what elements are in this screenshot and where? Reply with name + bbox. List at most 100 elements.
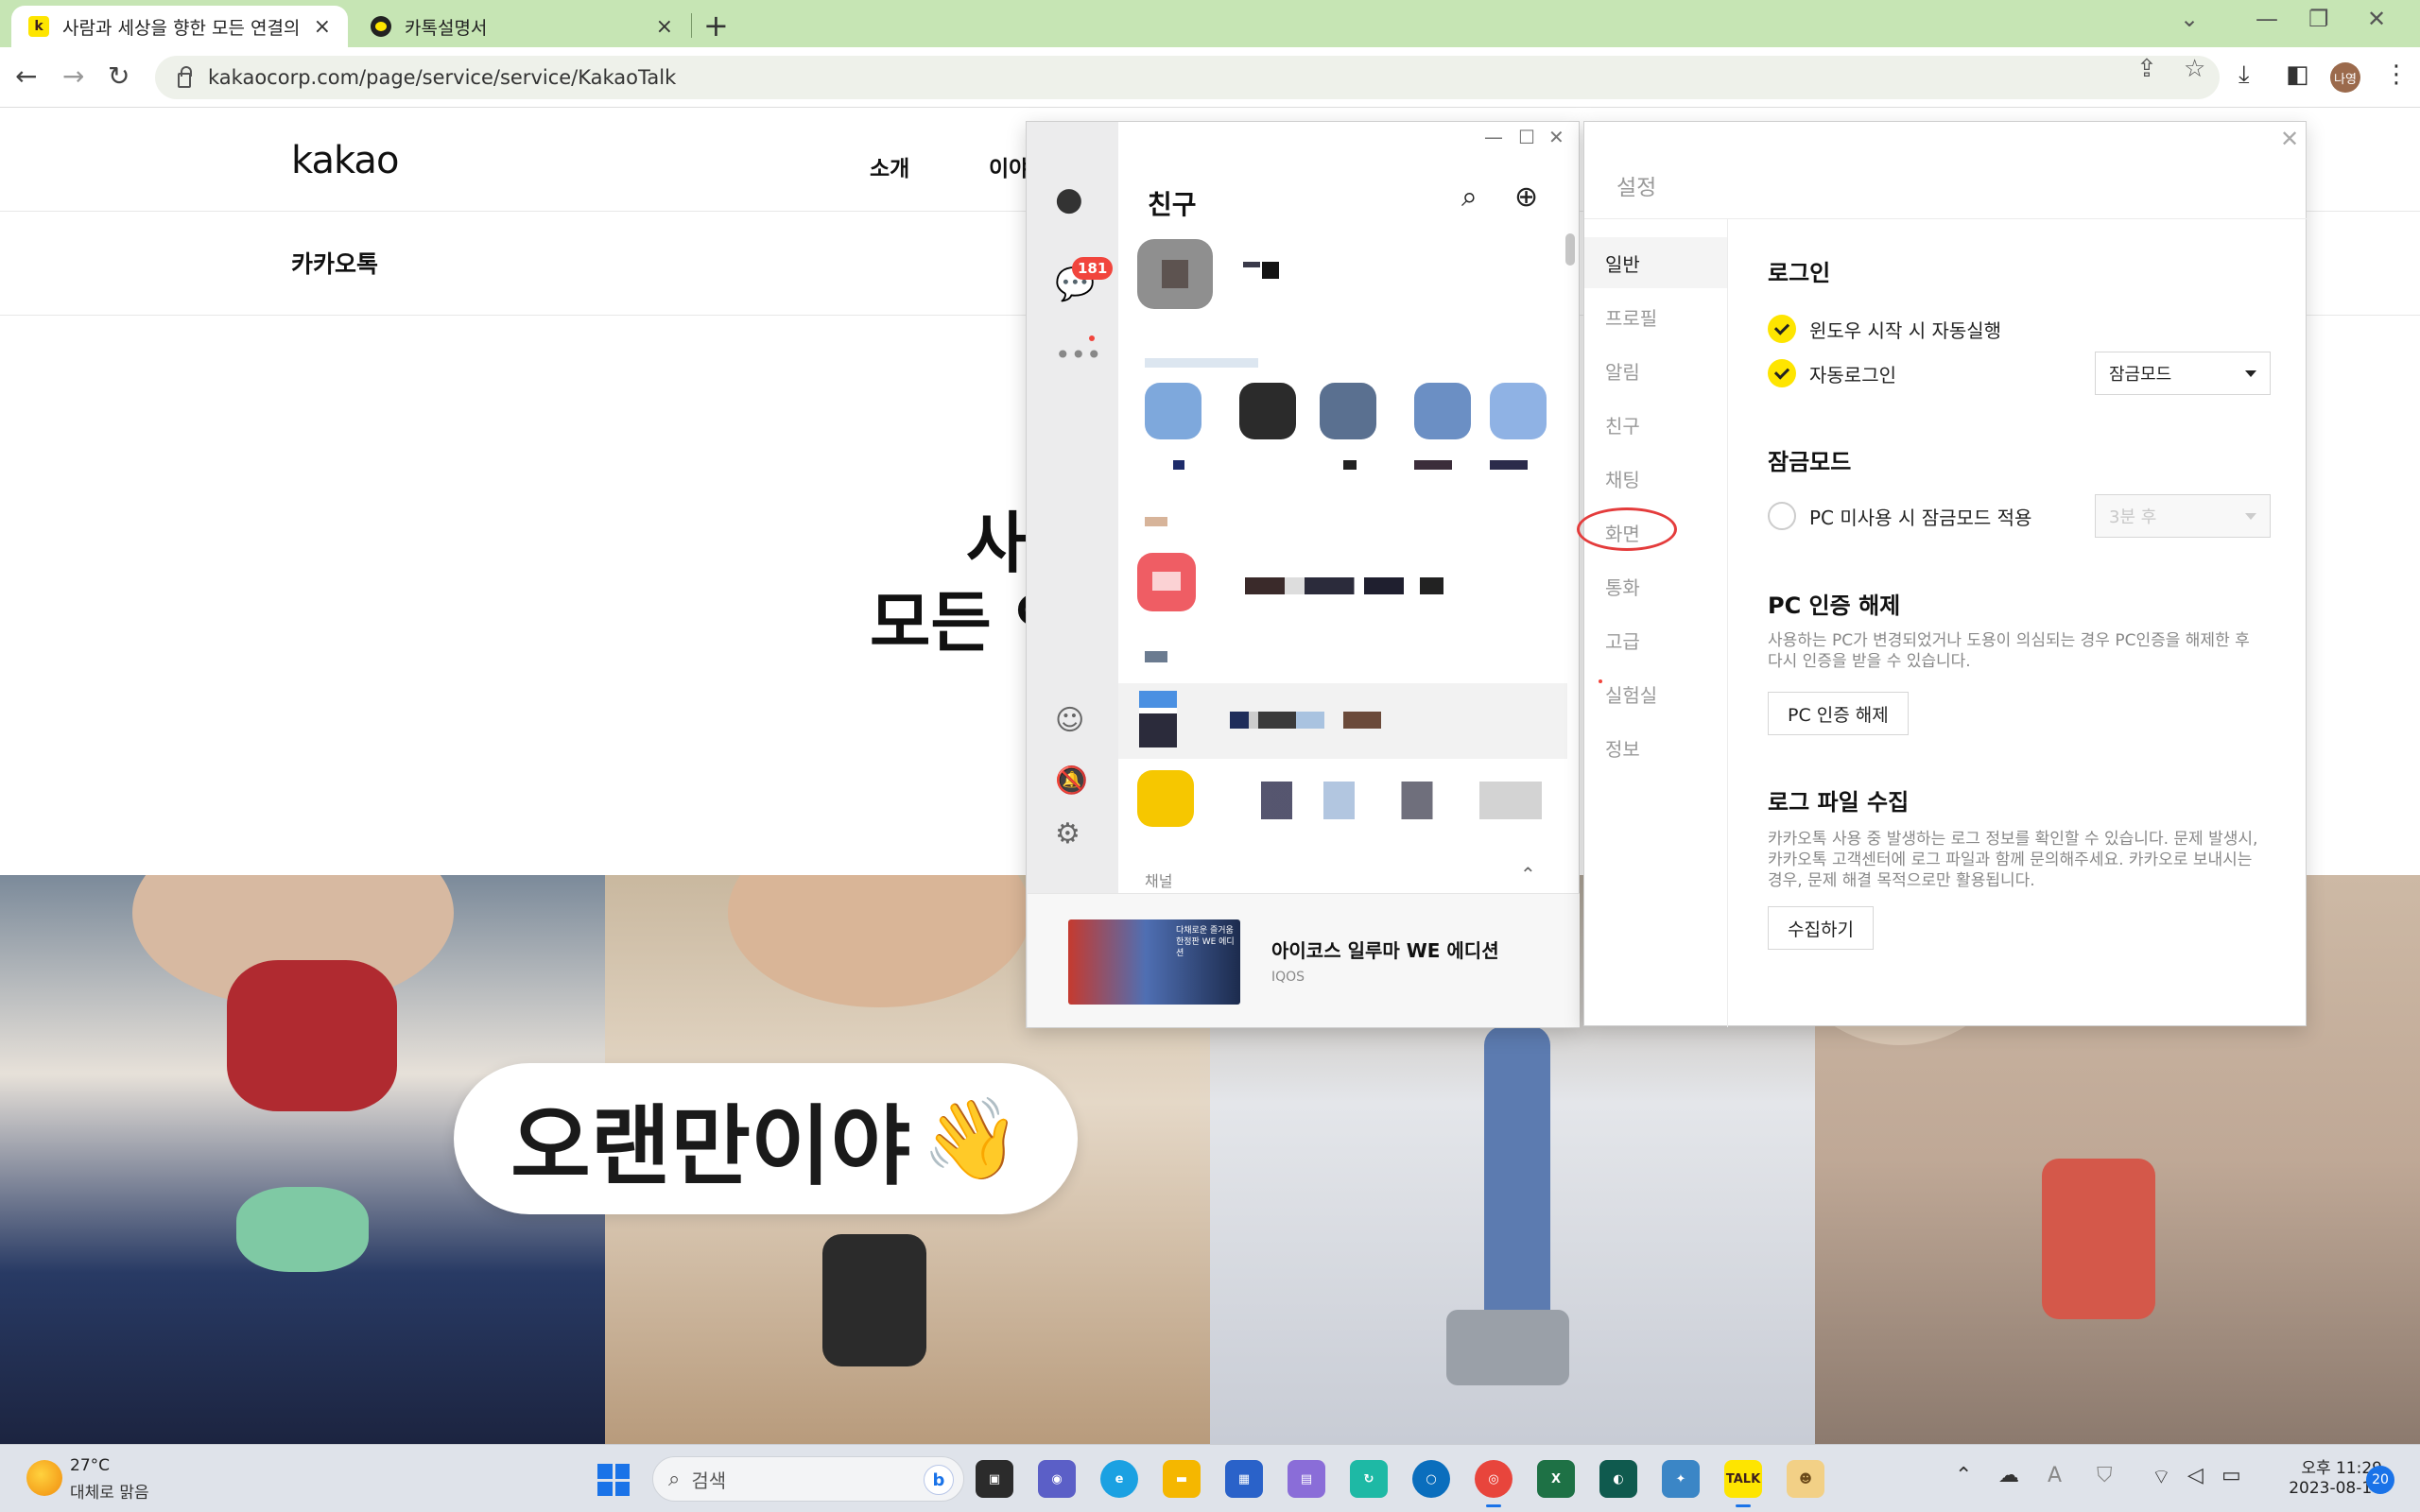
idle-lock-row[interactable]: PC 미사용 시 잠금모드 적용 <box>1768 502 2031 530</box>
file-explorer-icon[interactable]: ▬ <box>1163 1460 1201 1498</box>
close-icon[interactable]: ✕ <box>1548 126 1564 148</box>
forward-arrow-icon[interactable]: → <box>62 60 84 92</box>
settings-menu-general[interactable]: 일반 <box>1584 237 1727 288</box>
profile-avatar[interactable]: 나영 <box>2330 62 2360 93</box>
wifi-icon[interactable]: ⌔ <box>2152 1464 2171 1490</box>
restore-icon[interactable]: ❐ <box>2308 6 2329 32</box>
ime-icon[interactable]: A <box>2048 1464 2062 1487</box>
settings-menu-advanced[interactable]: 고급 <box>1584 614 1727 665</box>
bing-icon[interactable]: b <box>924 1465 954 1495</box>
checked-icon[interactable] <box>1768 359 1796 387</box>
idle-time-select[interactable]: 3분 후 <box>2095 494 2271 538</box>
clock-date[interactable]: 2023-08-17 <box>2265 1479 2382 1498</box>
menu-kebab-icon[interactable]: ⋮ <box>2384 60 2409 89</box>
download-icon[interactable]: ⤓ <box>2238 60 2250 90</box>
app-icon[interactable]: ◐ <box>1599 1460 1637 1498</box>
settings-menu-lab[interactable]: 실험실 <box>1584 668 1727 719</box>
friend-list-item[interactable] <box>1118 683 1567 759</box>
chrome-icon[interactable]: ◎ <box>1475 1460 1512 1507</box>
settings-menu-chat[interactable]: 채팅 <box>1584 453 1727 504</box>
friend-avatar[interactable] <box>1490 383 1547 439</box>
tab-search-icon[interactable]: ⌄ <box>2180 6 2199 32</box>
sync-app-icon[interactable]: ↻ <box>1350 1460 1388 1498</box>
collect-log-button[interactable]: 수집하기 <box>1768 906 1874 950</box>
bookmark-star-icon[interactable]: ☆ <box>2184 55 2205 83</box>
search-placeholder: 검색 <box>691 1469 727 1492</box>
kakao-logo[interactable]: kakao <box>291 139 399 182</box>
minimize-icon[interactable]: — <box>2256 6 2278 32</box>
app-icon[interactable]: ▤ <box>1288 1460 1325 1498</box>
maximize-icon[interactable]: ☐ <box>1518 126 1535 148</box>
friend-list-item[interactable] <box>1118 761 1567 836</box>
battery-icon[interactable]: ▭ <box>2221 1464 2241 1487</box>
emoticon-icon[interactable]: ☺ <box>1055 704 1084 737</box>
share-icon[interactable]: ⇪ <box>2136 55 2157 83</box>
back-arrow-icon[interactable]: ← <box>15 60 37 92</box>
my-profile-row[interactable] <box>1118 237 1567 313</box>
ad-title[interactable]: 아이코스 일루마 WE 에디션 <box>1271 936 1499 963</box>
log-description: 카카오톡 사용 중 발생하는 로그 정보를 확인할 수 있습니다. 문제 발생시… <box>1768 830 2258 890</box>
close-window-icon[interactable]: ✕ <box>2367 6 2386 32</box>
checked-icon[interactable] <box>1768 315 1796 343</box>
close-icon[interactable]: ✕ <box>2280 126 2299 152</box>
friends-person-icon[interactable]: ● <box>1055 180 1083 218</box>
ad-image[interactable]: 다채로운 즐거움 한정판 WE 에디션 <box>1068 919 1240 1005</box>
reload-icon[interactable]: ↻ <box>108 60 130 92</box>
new-tab-button[interactable]: + <box>703 8 729 43</box>
settings-menu-profile[interactable]: 프로필 <box>1584 291 1727 342</box>
search-icon[interactable]: ⌕ <box>1461 180 1478 214</box>
autostart-checkbox-row[interactable]: 윈도우 시작 시 자동실행 <box>1768 315 2001 343</box>
chevron-up-icon[interactable]: ⌃ <box>1520 863 1536 885</box>
autologin-mode-select[interactable]: 잠금모드 <box>2095 352 2271 395</box>
weather-sun-icon[interactable] <box>26 1460 62 1496</box>
friend-avatar[interactable] <box>1239 383 1296 439</box>
settings-menu-call[interactable]: 통화 <box>1584 560 1727 611</box>
settings-gear-icon[interactable]: ⚙ <box>1055 817 1080 850</box>
unchecked-circle-icon[interactable] <box>1768 502 1796 530</box>
weather-temperature[interactable]: 27°C <box>70 1456 110 1475</box>
address-bar[interactable]: kakaocorp.com/page/service/service/Kakao… <box>155 56 2220 99</box>
friend-list-item[interactable] <box>1118 543 1567 619</box>
weather-description[interactable]: 대체로 맑음 <box>70 1479 149 1503</box>
blurred-label <box>1490 460 1528 470</box>
ad-banner[interactable]: 다채로운 즐거움 한정판 WE 에디션 아이코스 일루마 WE 에디션 IQOS <box>1028 893 1580 1027</box>
onedrive-icon[interactable]: ☁ <box>1998 1464 2019 1487</box>
app-icon[interactable]: ☻ <box>1787 1460 1824 1498</box>
pc-auth-release-button[interactable]: PC 인증 해제 <box>1768 692 1909 735</box>
settings-menu-info[interactable]: 정보 <box>1584 722 1727 773</box>
kakaotalk-icon[interactable]: TALK <box>1724 1460 1762 1507</box>
friend-avatar[interactable] <box>1145 383 1201 439</box>
excel-icon[interactable]: X <box>1537 1460 1575 1498</box>
tray-chevron-up-icon[interactable]: ⌃ <box>1955 1464 1972 1487</box>
tab-kakaotalk-guide[interactable]: 카톡설명서 × <box>354 6 690 47</box>
settings-menu-friends[interactable]: 친구 <box>1584 399 1727 450</box>
minimize-icon[interactable]: — <box>1484 126 1503 148</box>
settings-menu-notification[interactable]: 알림 <box>1584 345 1727 396</box>
close-icon[interactable]: × <box>314 15 331 39</box>
more-dots-icon[interactable]: ••• <box>1055 339 1102 370</box>
friend-avatar[interactable] <box>1320 383 1376 439</box>
shield-icon[interactable]: ⛉ <box>2097 1464 2113 1487</box>
add-friend-icon[interactable]: ⊕ <box>1514 180 1538 214</box>
task-view-icon[interactable]: ▣ <box>976 1460 1013 1498</box>
sub-nav-kakaotalk[interactable]: 카카오톡 <box>291 246 378 280</box>
tab-kakao[interactable]: k 사람과 세상을 향한 모든 연결의 × <box>11 6 348 47</box>
friend-avatar[interactable] <box>1414 383 1471 439</box>
nav-story[interactable]: 이야 <box>989 150 1028 182</box>
friends-scrollbar[interactable] <box>1565 233 1575 266</box>
volume-mute-icon[interactable]: ◁ <box>2187 1464 2204 1487</box>
windows-start-icon[interactable] <box>597 1464 630 1496</box>
app-icon[interactable]: ✦ <box>1662 1460 1700 1498</box>
teams-chat-icon[interactable]: ◉ <box>1038 1460 1076 1498</box>
taskbar-search[interactable]: ⌕ 검색 b <box>652 1456 964 1502</box>
edge-icon[interactable]: e <box>1100 1460 1138 1498</box>
close-icon[interactable]: × <box>656 15 673 39</box>
microsoft-store-icon[interactable]: ▦ <box>1225 1460 1263 1498</box>
new-dot <box>1599 679 1602 683</box>
autologin-checkbox-row[interactable]: 자동로그인 <box>1768 359 1896 387</box>
notification-bell-icon[interactable]: 🔕 <box>1055 765 1088 796</box>
nav-intro[interactable]: 소개 <box>870 150 909 182</box>
notification-count-badge[interactable]: 20 <box>2366 1466 2394 1494</box>
side-panel-icon[interactable]: ◧ <box>2286 60 2309 89</box>
cortana-icon[interactable]: ○ <box>1412 1460 1450 1498</box>
